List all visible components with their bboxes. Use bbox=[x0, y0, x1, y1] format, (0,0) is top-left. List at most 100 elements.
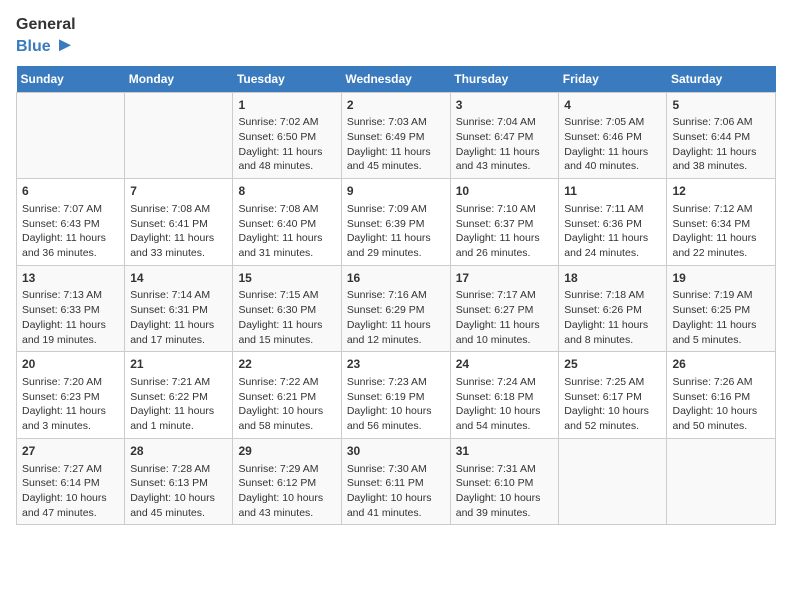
day-of-week-header: Monday bbox=[125, 66, 233, 93]
calendar-cell: 23 Sunrise: 7:23 AM Sunset: 6:19 PM Dayli… bbox=[341, 352, 450, 439]
cell-content: Sunrise: 7:11 AM Sunset: 6:36 PM Dayligh… bbox=[564, 202, 661, 261]
calendar-cell: 8 Sunrise: 7:08 AM Sunset: 6:40 PM Daylig… bbox=[233, 179, 341, 266]
cell-content: Sunrise: 7:16 AM Sunset: 6:29 PM Dayligh… bbox=[347, 288, 445, 347]
calendar-cell: 15Sunrise: 7:15 AM Sunset: 6:30 PM Dayli… bbox=[233, 265, 341, 352]
days-of-week-row: SundayMondayTuesdayWednesdayThursdayFrid… bbox=[17, 66, 776, 93]
day-of-week-header: Tuesday bbox=[233, 66, 341, 93]
calendar-cell: 28 Sunrise: 7:28 AM Sunset: 6:13 PM Dayli… bbox=[125, 438, 233, 525]
calendar-cell: 7 Sunrise: 7:08 AM Sunset: 6:41 PM Daylig… bbox=[125, 179, 233, 266]
cell-content: Sunrise: 7:19 AM Sunset: 6:25 PM Dayligh… bbox=[672, 288, 770, 347]
day-number: 5 bbox=[672, 97, 770, 114]
day-number: 6 bbox=[22, 183, 119, 200]
cell-content: Sunrise: 7:05 AM Sunset: 6:46 PM Dayligh… bbox=[564, 115, 661, 174]
calendar-cell bbox=[667, 438, 776, 525]
calendar-cell: 24 Sunrise: 7:24 AM Sunset: 6:18 PM Dayli… bbox=[450, 352, 559, 439]
cell-content: Sunrise: 7:06 AM Sunset: 6:44 PM Dayligh… bbox=[672, 115, 770, 174]
day-number: 25 bbox=[564, 356, 661, 373]
day-of-week-header: Friday bbox=[559, 66, 667, 93]
cell-content: Sunrise: 7:07 AM Sunset: 6:43 PM Dayligh… bbox=[22, 202, 119, 261]
cell-content: Sunrise: 7:13 AM Sunset: 6:33 PM Dayligh… bbox=[22, 288, 119, 347]
calendar-cell bbox=[125, 92, 233, 179]
cell-content: Sunrise: 7:24 AM Sunset: 6:18 PM Dayligh… bbox=[456, 375, 554, 434]
calendar-cell: 2Sunrise: 7:03 AM Sunset: 6:49 PM Daylig… bbox=[341, 92, 450, 179]
calendar-cell: 6 Sunrise: 7:07 AM Sunset: 6:43 PM Daylig… bbox=[17, 179, 125, 266]
calendar-body: 1Sunrise: 7:02 AM Sunset: 6:50 PM Daylig… bbox=[17, 92, 776, 525]
cell-content: Sunrise: 7:23 AM Sunset: 6:19 PM Dayligh… bbox=[347, 375, 445, 434]
calendar-cell: 26 Sunrise: 7:26 AM Sunset: 6:16 PM Dayli… bbox=[667, 352, 776, 439]
day-of-week-header: Wednesday bbox=[341, 66, 450, 93]
calendar-cell: 19Sunrise: 7:19 AM Sunset: 6:25 PM Dayli… bbox=[667, 265, 776, 352]
day-of-week-header: Sunday bbox=[17, 66, 125, 93]
day-number: 24 bbox=[456, 356, 554, 373]
calendar-cell: 3Sunrise: 7:04 AM Sunset: 6:47 PM Daylig… bbox=[450, 92, 559, 179]
day-of-week-header: Saturday bbox=[667, 66, 776, 93]
calendar-cell: 22Sunrise: 7:22 AM Sunset: 6:21 PM Dayli… bbox=[233, 352, 341, 439]
page-header: General Blue ► bbox=[16, 16, 776, 56]
day-number: 27 bbox=[22, 443, 119, 460]
day-number: 15 bbox=[238, 270, 335, 287]
day-number: 11 bbox=[564, 183, 661, 200]
calendar-cell: 27 Sunrise: 7:27 AM Sunset: 6:14 PM Dayli… bbox=[17, 438, 125, 525]
day-number: 23 bbox=[347, 356, 445, 373]
day-number: 17 bbox=[456, 270, 554, 287]
calendar-week-row: 27 Sunrise: 7:27 AM Sunset: 6:14 PM Dayli… bbox=[17, 438, 776, 525]
calendar-table: SundayMondayTuesdayWednesdayThursdayFrid… bbox=[16, 66, 776, 526]
cell-content: Sunrise: 7:17 AM Sunset: 6:27 PM Dayligh… bbox=[456, 288, 554, 347]
day-number: 16 bbox=[347, 270, 445, 287]
calendar-cell: 16Sunrise: 7:16 AM Sunset: 6:29 PM Dayli… bbox=[341, 265, 450, 352]
logo: General Blue ► bbox=[16, 16, 76, 56]
calendar-cell: 30Sunrise: 7:30 AM Sunset: 6:11 PM Dayli… bbox=[341, 438, 450, 525]
day-number: 19 bbox=[672, 270, 770, 287]
day-number: 8 bbox=[238, 183, 335, 200]
cell-content: Sunrise: 7:28 AM Sunset: 6:13 PM Dayligh… bbox=[130, 462, 227, 521]
cell-content: Sunrise: 7:08 AM Sunset: 6:41 PM Dayligh… bbox=[130, 202, 227, 261]
calendar-cell: 14Sunrise: 7:14 AM Sunset: 6:31 PM Dayli… bbox=[125, 265, 233, 352]
cell-content: Sunrise: 7:12 AM Sunset: 6:34 PM Dayligh… bbox=[672, 202, 770, 261]
calendar-cell: 29 Sunrise: 7:29 AM Sunset: 6:12 PM Dayli… bbox=[233, 438, 341, 525]
day-number: 28 bbox=[130, 443, 227, 460]
day-number: 29 bbox=[238, 443, 335, 460]
day-number: 9 bbox=[347, 183, 445, 200]
calendar-week-row: 6 Sunrise: 7:07 AM Sunset: 6:43 PM Daylig… bbox=[17, 179, 776, 266]
calendar-cell: 9Sunrise: 7:09 AM Sunset: 6:39 PM Daylig… bbox=[341, 179, 450, 266]
day-number: 14 bbox=[130, 270, 227, 287]
cell-content: Sunrise: 7:31 AM Sunset: 6:10 PM Dayligh… bbox=[456, 462, 554, 521]
cell-content: Sunrise: 7:20 AM Sunset: 6:23 PM Dayligh… bbox=[22, 375, 119, 434]
calendar-cell: 1Sunrise: 7:02 AM Sunset: 6:50 PM Daylig… bbox=[233, 92, 341, 179]
day-number: 26 bbox=[672, 356, 770, 373]
day-number: 13 bbox=[22, 270, 119, 287]
day-number: 7 bbox=[130, 183, 227, 200]
cell-content: Sunrise: 7:30 AM Sunset: 6:11 PM Dayligh… bbox=[347, 462, 445, 521]
day-number: 3 bbox=[456, 97, 554, 114]
calendar-cell: 4Sunrise: 7:05 AM Sunset: 6:46 PM Daylig… bbox=[559, 92, 667, 179]
calendar-week-row: 20 Sunrise: 7:20 AM Sunset: 6:23 PM Dayli… bbox=[17, 352, 776, 439]
calendar-cell: 20 Sunrise: 7:20 AM Sunset: 6:23 PM Dayli… bbox=[17, 352, 125, 439]
calendar-cell: 25Sunrise: 7:25 AM Sunset: 6:17 PM Dayli… bbox=[559, 352, 667, 439]
calendar-cell: 11 Sunrise: 7:11 AM Sunset: 6:36 PM Dayli… bbox=[559, 179, 667, 266]
cell-content: Sunrise: 7:08 AM Sunset: 6:40 PM Dayligh… bbox=[238, 202, 335, 261]
cell-content: Sunrise: 7:26 AM Sunset: 6:16 PM Dayligh… bbox=[672, 375, 770, 434]
cell-content: Sunrise: 7:15 AM Sunset: 6:30 PM Dayligh… bbox=[238, 288, 335, 347]
cell-content: Sunrise: 7:18 AM Sunset: 6:26 PM Dayligh… bbox=[564, 288, 661, 347]
day-number: 2 bbox=[347, 97, 445, 114]
day-number: 10 bbox=[456, 183, 554, 200]
cell-content: Sunrise: 7:04 AM Sunset: 6:47 PM Dayligh… bbox=[456, 115, 554, 174]
calendar-cell: 12Sunrise: 7:12 AM Sunset: 6:34 PM Dayli… bbox=[667, 179, 776, 266]
logo-text: General Blue ► bbox=[16, 16, 76, 56]
calendar-cell: 17Sunrise: 7:17 AM Sunset: 6:27 PM Dayli… bbox=[450, 265, 559, 352]
day-number: 20 bbox=[22, 356, 119, 373]
calendar-cell: 18Sunrise: 7:18 AM Sunset: 6:26 PM Dayli… bbox=[559, 265, 667, 352]
cell-content: Sunrise: 7:03 AM Sunset: 6:49 PM Dayligh… bbox=[347, 115, 445, 174]
cell-content: Sunrise: 7:29 AM Sunset: 6:12 PM Dayligh… bbox=[238, 462, 335, 521]
day-number: 31 bbox=[456, 443, 554, 460]
cell-content: Sunrise: 7:21 AM Sunset: 6:22 PM Dayligh… bbox=[130, 375, 227, 434]
calendar-cell: 13Sunrise: 7:13 AM Sunset: 6:33 PM Dayli… bbox=[17, 265, 125, 352]
day-of-week-header: Thursday bbox=[450, 66, 559, 93]
calendar-week-row: 1Sunrise: 7:02 AM Sunset: 6:50 PM Daylig… bbox=[17, 92, 776, 179]
cell-content: Sunrise: 7:10 AM Sunset: 6:37 PM Dayligh… bbox=[456, 202, 554, 261]
calendar-cell: 5Sunrise: 7:06 AM Sunset: 6:44 PM Daylig… bbox=[667, 92, 776, 179]
cell-content: Sunrise: 7:27 AM Sunset: 6:14 PM Dayligh… bbox=[22, 462, 119, 521]
calendar-cell: 10 Sunrise: 7:10 AM Sunset: 6:37 PM Dayli… bbox=[450, 179, 559, 266]
calendar-week-row: 13Sunrise: 7:13 AM Sunset: 6:33 PM Dayli… bbox=[17, 265, 776, 352]
day-number: 4 bbox=[564, 97, 661, 114]
